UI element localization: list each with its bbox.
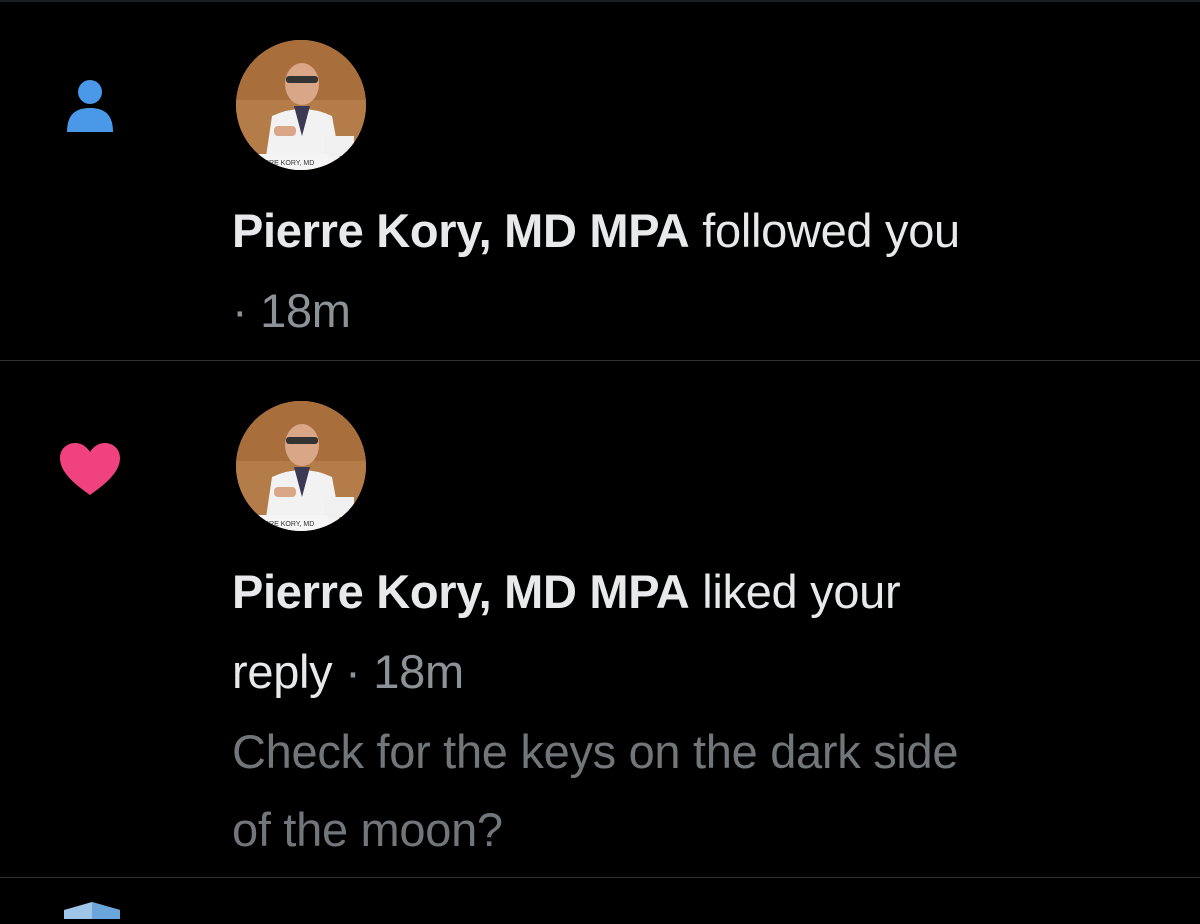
avatar-caption: RRE KORY, MD	[264, 521, 314, 528]
separator-dot: ·	[345, 645, 361, 698]
quoted-reply-line[interactable]: of the moon?	[232, 803, 503, 857]
avatar[interactable]: RRE KORY, MD	[236, 401, 366, 531]
avatar[interactable]: RRE KORY, MD	[236, 40, 366, 170]
user-name[interactable]: Pierre Kory, MD MPA	[232, 565, 690, 618]
timestamp: 18m	[373, 645, 464, 698]
timestamp-line: reply · 18m	[232, 645, 464, 699]
timestamp-line: · 18m	[232, 284, 351, 338]
quoted-reply-line[interactable]: Check for the keys on the dark side	[232, 725, 959, 779]
separator-dot: ·	[232, 284, 248, 337]
divider	[0, 877, 1200, 878]
action-text: liked your	[702, 565, 901, 618]
action-text-continued: reply	[232, 645, 333, 698]
timestamp: 18m	[260, 284, 351, 337]
notification-text: Pierre Kory, MD MPA followed you	[232, 204, 960, 258]
avatar-caption: RRE KORY, MD	[264, 160, 314, 167]
person-icon	[64, 78, 116, 139]
action-text: followed you	[702, 204, 960, 257]
user-name[interactable]: Pierre Kory, MD MPA	[232, 204, 690, 257]
heart-icon	[58, 441, 122, 502]
notification-like[interactable]: RRE KORY, MD Pierre Kory, MD MPA liked y…	[0, 361, 1200, 877]
notification-text: Pierre Kory, MD MPA liked your	[232, 565, 901, 619]
shield-icon	[62, 902, 122, 924]
notification-follow[interactable]: RRE KORY, MD Pierre Kory, MD MPA followe…	[0, 0, 1200, 360]
